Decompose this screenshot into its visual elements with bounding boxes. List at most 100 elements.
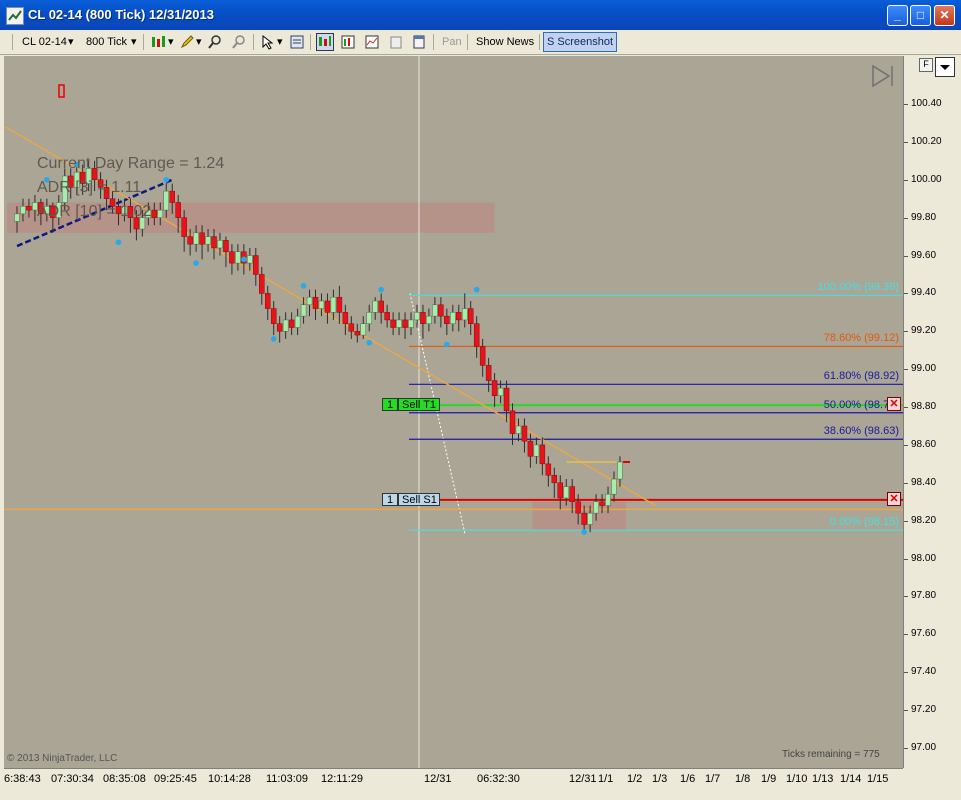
- candle-body-97: [593, 501, 599, 514]
- candle-body-0: [14, 213, 20, 222]
- axis-f-button[interactable]: F: [919, 58, 933, 72]
- instrument-selector[interactable]: CL 02-14: [22, 33, 67, 51]
- maximize-button[interactable]: □: [910, 5, 931, 26]
- candle-body-31: [199, 232, 205, 245]
- cancel-order-icon[interactable]: ✕: [887, 491, 901, 506]
- draw-dropdown-icon[interactable]: ▾: [196, 33, 202, 51]
- price-tick-mark: [904, 482, 908, 484]
- time-tick-label: 08:35:08: [103, 773, 146, 785]
- price-tick-label: 97.40: [911, 666, 937, 678]
- candle-body-45: [282, 319, 289, 332]
- indicators-icon[interactable]: [340, 34, 356, 50]
- toolbar-separator: [143, 34, 144, 50]
- time-tick-label: 1/2: [627, 773, 643, 785]
- candle-body-75: [462, 308, 468, 321]
- copyright-text: © 2013 NinjaTrader, LLC: [7, 753, 118, 764]
- candle-body-88: [539, 444, 546, 465]
- show-news-button[interactable]: Show News: [472, 32, 538, 52]
- time-tick-label: 1/15: [867, 773, 889, 785]
- candle-body-29: [187, 236, 193, 245]
- fib-label-5: 0.00% (98.15): [829, 516, 899, 529]
- cancel-order-icon[interactable]: ✕: [887, 397, 901, 412]
- candle-body-99: [605, 493, 611, 506]
- candle-body-43: [270, 308, 277, 324]
- candle-body-91: [557, 482, 564, 499]
- minimize-button[interactable]: _: [887, 5, 908, 26]
- price-tick-mark: [904, 596, 908, 598]
- candle-body-85: [521, 425, 528, 442]
- adr10-text: ADR [10] = 1.02: [37, 203, 152, 220]
- time-tick-label: 12/31: [569, 773, 597, 785]
- price-tick-mark: [904, 407, 908, 409]
- maximize-icon: □: [916, 8, 925, 22]
- pencil-draw-icon[interactable]: [179, 34, 195, 50]
- price-tick-label: 99.40: [911, 287, 937, 299]
- candle-body-42: [264, 293, 271, 309]
- candle-body-72: [444, 315, 450, 324]
- price-tick-mark: [904, 672, 908, 674]
- candle-body-65: [402, 319, 408, 328]
- title-bar[interactable]: CL 02-14 (800 Tick) 12/31/2013 _ □ ✕: [0, 0, 961, 31]
- price-tick-mark: [904, 217, 908, 219]
- zoom-in-icon[interactable]: [207, 34, 223, 50]
- fib-label-2: 61.80% (98.92): [823, 370, 899, 383]
- zoom-out-icon[interactable]: [231, 34, 247, 50]
- close-button[interactable]: ✕: [934, 5, 955, 26]
- candle-body-100: [611, 478, 617, 495]
- candle-body-48: [300, 304, 307, 317]
- axis-dropdown-button[interactable]: [935, 57, 955, 77]
- candle-body-77: [473, 323, 480, 347]
- candlestick-style-icon[interactable]: [150, 34, 166, 50]
- cursor-dropdown-icon[interactable]: ▾: [277, 33, 283, 51]
- price-tick-mark: [904, 369, 908, 371]
- candle-body-54: [336, 296, 343, 313]
- cursor-pointer-icon[interactable]: [260, 34, 276, 50]
- candle-body-101: [617, 461, 623, 480]
- swing-point-dot-9: [378, 286, 384, 293]
- strategies-icon[interactable]: [364, 34, 380, 50]
- swing-point-dot-4: [193, 260, 199, 266]
- templates-icon[interactable]: [388, 34, 404, 50]
- chart-style-dropdown-icon[interactable]: ▾: [168, 33, 174, 51]
- adr-stats: Current Day Range = 1.24 ADR [3] = 1.11 …: [37, 152, 224, 224]
- candle-body-50: [312, 296, 319, 309]
- chart-panel[interactable]: Current Day Range = 1.24 ADR [3] = 1.11 …: [4, 56, 903, 768]
- order-label-tag-0[interactable]: Sell T1: [398, 398, 440, 412]
- period-dropdown-icon[interactable]: ▾: [131, 33, 137, 51]
- candle-body-79: [485, 365, 492, 381]
- price-tick-mark: [904, 293, 908, 295]
- candle-body-51: [318, 300, 325, 309]
- order-qty-tag-1[interactable]: 1: [382, 492, 398, 506]
- candle-body-78: [479, 346, 486, 366]
- price-tick-label: 98.60: [911, 438, 937, 450]
- toolbar-separator: [467, 34, 468, 50]
- period-selector[interactable]: 800 Tick: [86, 33, 127, 51]
- candle-body-96: [587, 512, 593, 525]
- candle-body-55: [342, 312, 349, 324]
- data-box-icon[interactable]: [411, 34, 427, 50]
- time-tick-label: 11:03:09: [266, 773, 309, 785]
- screenshot-button[interactable]: S Screenshot: [543, 32, 618, 52]
- candle-body-71: [438, 304, 444, 317]
- candle-body-86: [527, 440, 534, 457]
- fib-label-4: 38.60% (98.63): [823, 425, 899, 438]
- time-tick-label: 1/9: [761, 773, 777, 785]
- time-tick-label: 1/8: [735, 773, 751, 785]
- candle-body-30: [193, 232, 199, 245]
- toolbar-separator: [253, 34, 254, 50]
- chart-trader-icon[interactable]: [316, 33, 334, 51]
- order-label-tag-1[interactable]: Sell S1: [398, 492, 440, 506]
- fib-label-1: 78.60% (99.12): [823, 332, 899, 345]
- price-tick-mark: [904, 255, 908, 257]
- instrument-dropdown-icon[interactable]: ▾: [68, 33, 74, 51]
- time-tick-label: 1/10: [786, 773, 808, 785]
- time-tick-label: 1/7: [705, 773, 721, 785]
- order-qty-tag-0[interactable]: 1: [382, 398, 398, 412]
- price-tick-mark: [904, 104, 908, 105]
- properties-icon[interactable]: [289, 34, 305, 50]
- price-tick-label: 97.20: [911, 704, 937, 716]
- swing-point-dot-7: [300, 283, 307, 289]
- price-axis[interactable]: 100.40 100.20 100.00 99.80 99.60 99.40 99.20 99…: [903, 56, 958, 768]
- candle-body-64: [396, 319, 402, 328]
- pan-button[interactable]: Pan: [438, 32, 466, 52]
